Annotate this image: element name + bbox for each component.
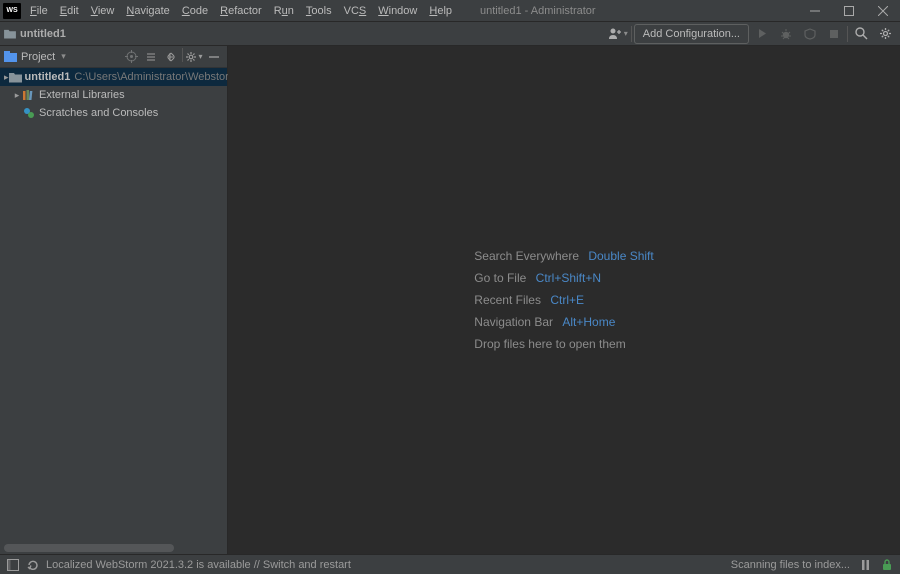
menu-file[interactable]: File <box>24 0 54 22</box>
project-icon <box>4 51 17 62</box>
stop-icon <box>829 29 839 39</box>
pause-icon <box>861 560 870 570</box>
run-with-coverage-button[interactable] <box>799 24 821 44</box>
menu-tools[interactable]: Tools <box>300 0 338 22</box>
tree-root-node[interactable]: ▸ untitled1 C:\Users\Administrator\Webst… <box>0 68 227 86</box>
target-icon <box>125 50 138 63</box>
horizontal-scrollbar[interactable] <box>0 544 227 554</box>
hint-recent-files: Recent Files Ctrl+E <box>474 293 653 307</box>
menu-code[interactable]: Code <box>176 0 214 22</box>
menu-run[interactable]: Run <box>268 0 300 22</box>
menu-edit[interactable]: Edit <box>54 0 85 22</box>
tree-node-label: External Libraries <box>39 89 125 101</box>
menu-navigate[interactable]: Navigate <box>120 0 175 22</box>
notifications-button[interactable] <box>26 558 40 572</box>
debug-button[interactable] <box>775 24 797 44</box>
scrollbar-thumb[interactable] <box>4 544 174 552</box>
tool-windows-button[interactable] <box>6 558 20 572</box>
minimize-button[interactable] <box>798 0 832 22</box>
project-tool-header: Project ▾ ▾ <box>0 46 227 68</box>
folder-icon <box>4 29 16 39</box>
select-opened-file-button[interactable] <box>122 48 140 66</box>
minimize-icon <box>810 6 820 16</box>
status-left: Localized WebStorm 2021.3.2 is available… <box>6 558 351 572</box>
code-with-me-button[interactable]: ▾ <box>607 24 629 44</box>
navigation-toolbar: untitled1 ▾ Add Configuration... <box>0 22 900 46</box>
main-split: Project ▾ ▾ <box>0 46 900 554</box>
chevron-right-icon: ▸ <box>12 90 22 101</box>
expand-all-button[interactable] <box>142 48 160 66</box>
project-view-label: Project <box>21 51 55 63</box>
status-message[interactable]: Localized WebStorm 2021.3.2 is available… <box>46 559 351 571</box>
minimize-icon <box>209 52 219 62</box>
tree-node-label: Scratches and Consoles <box>39 107 158 119</box>
lock-indicator[interactable] <box>880 558 894 572</box>
menu-help[interactable]: Help <box>423 0 458 22</box>
app-logo: WS <box>3 3 21 19</box>
project-tool-window: Project ▾ ▾ <box>0 46 228 554</box>
menu-vcs[interactable]: VCS <box>338 0 373 22</box>
tree-external-libraries[interactable]: ▸ External Libraries <box>0 86 227 104</box>
hint-drop-files: Drop files here to open them <box>474 337 653 351</box>
scratches-icon <box>22 107 36 119</box>
add-configuration-button[interactable]: Add Configuration... <box>634 24 749 44</box>
indexing-status[interactable]: Scanning files to index... <box>731 559 850 571</box>
update-icon <box>27 559 39 571</box>
search-icon <box>855 27 868 40</box>
close-icon <box>878 6 888 16</box>
pause-indexing-button[interactable] <box>858 558 872 572</box>
tree-scratches[interactable]: Scratches and Consoles <box>0 104 227 122</box>
breadcrumb-project: untitled1 <box>20 28 66 40</box>
window-icon <box>7 559 19 571</box>
project-tool-actions: ▾ <box>122 48 223 66</box>
breadcrumb[interactable]: untitled1 <box>4 28 66 40</box>
menubar: File Edit View Navigate Code Refactor Ru… <box>24 0 458 21</box>
collapse-icon <box>165 51 177 63</box>
hint-navigation-bar: Navigation Bar Alt+Home <box>474 315 653 329</box>
status-bar: Localized WebStorm 2021.3.2 is available… <box>0 554 900 574</box>
project-view-selector[interactable]: Project ▾ <box>4 51 66 63</box>
window-title: untitled1 - Administrator <box>480 5 596 17</box>
library-icon <box>22 90 36 101</box>
hint-go-to-file: Go to File Ctrl+Shift+N <box>474 271 653 285</box>
lock-icon <box>882 559 892 571</box>
welcome-hints: Search Everywhere Double Shift Go to Fil… <box>474 241 653 359</box>
hint-search-everywhere: Search Everywhere Double Shift <box>474 249 653 263</box>
gear-icon <box>879 27 892 40</box>
toolbar-separator <box>847 26 848 42</box>
chevron-down-icon: ▾ <box>61 51 66 62</box>
maximize-button[interactable] <box>832 0 866 22</box>
person-plus-icon <box>608 27 623 40</box>
tree-node-label: untitled1 <box>25 71 71 83</box>
editor-empty-panel[interactable]: Search Everywhere Double Shift Go to Fil… <box>228 46 900 554</box>
collapse-all-button[interactable] <box>162 48 180 66</box>
play-icon <box>757 28 768 39</box>
toolbar-right: ▾ Add Configuration... <box>607 24 896 44</box>
expand-icon <box>145 51 157 63</box>
titlebar: WS File Edit View Navigate Code Refactor… <box>0 0 900 22</box>
close-button[interactable] <box>866 0 900 22</box>
coverage-icon <box>804 28 816 40</box>
maximize-icon <box>844 6 854 16</box>
project-tree[interactable]: ▸ untitled1 C:\Users\Administrator\Webst… <box>0 68 227 122</box>
status-right: Scanning files to index... <box>731 558 894 572</box>
separator <box>182 48 183 62</box>
menu-view[interactable]: View <box>85 0 121 22</box>
hide-tool-window-button[interactable] <box>205 48 223 66</box>
bug-icon <box>780 28 792 40</box>
tool-settings-button[interactable]: ▾ <box>185 48 203 66</box>
stop-button[interactable] <box>823 24 845 44</box>
run-button[interactable] <box>751 24 773 44</box>
folder-icon <box>9 72 22 83</box>
window-controls <box>798 0 900 22</box>
gear-icon <box>185 51 197 63</box>
menu-refactor[interactable]: Refactor <box>214 0 268 22</box>
menu-window[interactable]: Window <box>372 0 423 22</box>
settings-button[interactable] <box>874 24 896 44</box>
toolbar-separator <box>631 26 632 42</box>
search-everywhere-button[interactable] <box>850 24 872 44</box>
